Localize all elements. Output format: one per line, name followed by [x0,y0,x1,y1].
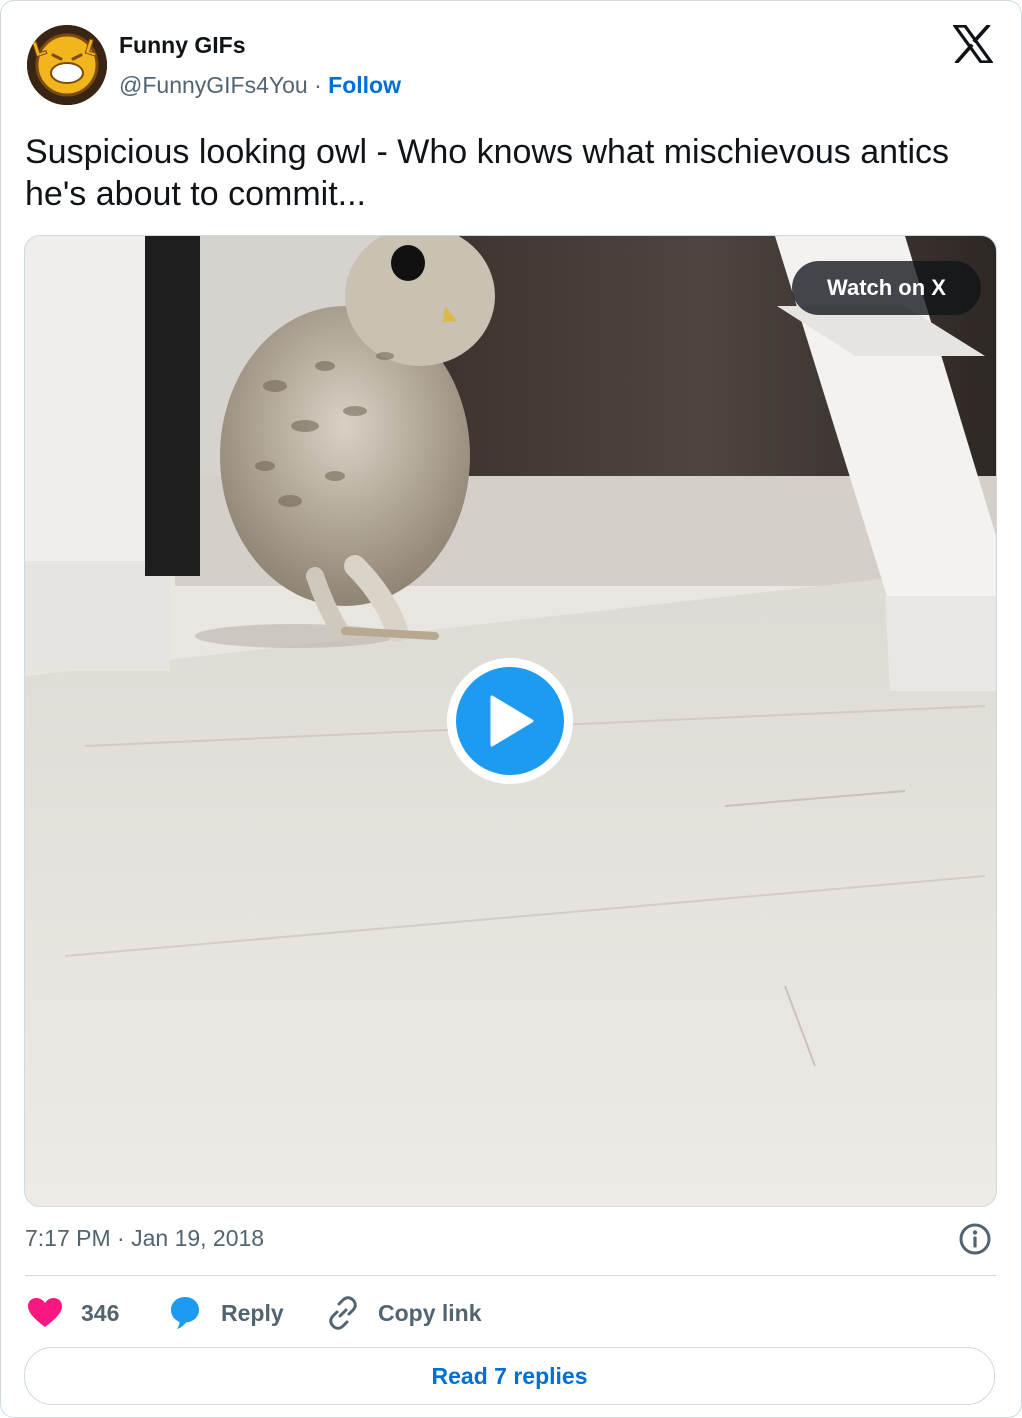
like-count: 346 [81,1299,120,1326]
lol-logo-icon: L L [27,25,107,105]
info-icon[interactable] [958,1222,992,1256]
divider [25,1275,996,1276]
handle-row: @FunnyGIFs4You · Follow [119,72,401,99]
link-icon [329,1296,357,1330]
follow-link[interactable]: Follow [328,72,401,98]
handle[interactable]: @FunnyGIFs4You [119,72,308,98]
video-player[interactable]: Watch on X [24,235,997,1207]
avatar[interactable]: L L [27,25,107,105]
tweet-timestamp[interactable]: 7:17 PM · Jan 19, 2018 [25,1225,264,1252]
play-button-circle [456,667,564,775]
reply-label: Reply [221,1299,284,1326]
play-icon [490,695,534,747]
play-button[interactable] [447,658,573,784]
reply-bubble-icon [171,1297,199,1329]
like-button[interactable]: 346 [27,1293,119,1333]
tweet-text: Suspicious looking owl - Who knows what … [25,133,950,213]
tweet-card: L L Funny GIFs @FunnyGIFs4You · Follow S… [0,0,1022,1418]
handle-separator: · [314,72,322,98]
copy-link-button[interactable]: Copy link [326,1293,482,1333]
copy-link-label: Copy link [378,1299,482,1326]
watch-on-x-button[interactable]: Watch on X [792,261,981,315]
x-logo-icon[interactable] [953,25,993,63]
heart-icon [28,1298,62,1327]
reply-button[interactable]: Reply [167,1293,284,1333]
read-replies-button[interactable]: Read 7 replies [24,1347,995,1405]
display-name[interactable]: Funny GIFs [119,32,246,59]
